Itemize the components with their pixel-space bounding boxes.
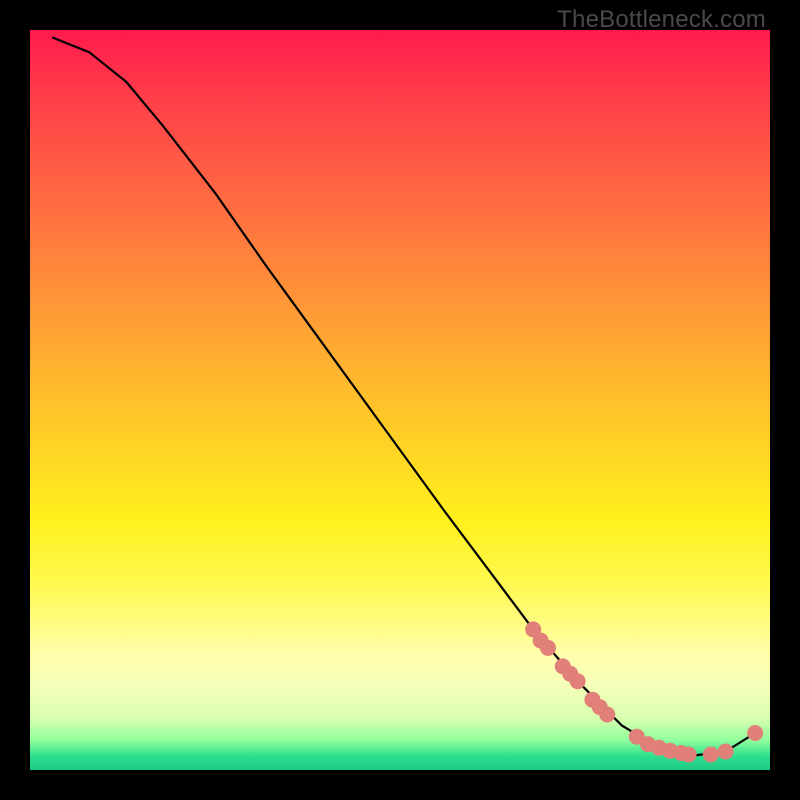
curve-layer	[30, 30, 770, 770]
watermark-text: TheBottleneck.com	[557, 6, 766, 34]
data-marker	[681, 747, 697, 763]
data-marker	[718, 744, 734, 760]
data-marker	[570, 673, 586, 689]
data-marker	[540, 640, 556, 656]
curve-markers	[525, 621, 763, 762]
bottleneck-curve	[52, 37, 755, 755]
data-marker	[747, 725, 763, 741]
chart-frame: TheBottleneck.com	[0, 0, 800, 800]
plot-area	[30, 30, 770, 770]
data-marker	[703, 747, 719, 763]
data-marker	[599, 707, 615, 723]
